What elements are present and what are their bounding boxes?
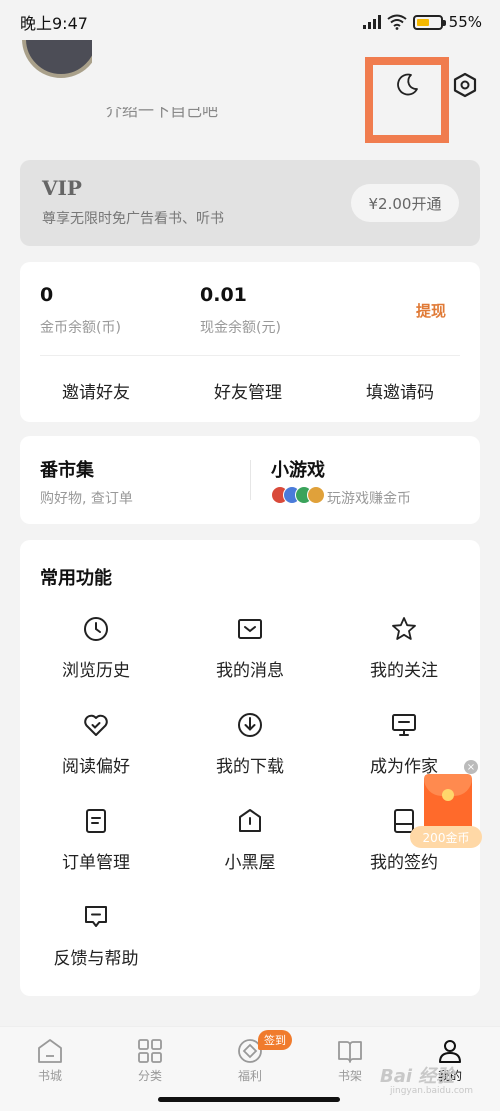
heart-check-icon — [84, 714, 108, 736]
watermark: Bai 经验 — [380, 1066, 455, 1087]
wallet-card: 0 金币余额(币) 0.01 现金余额(元) 提现 邀请好友 好友管理 填邀请码 — [20, 262, 480, 422]
status-icons: 55% — [362, 13, 482, 31]
book-icon — [338, 1041, 362, 1063]
tab-category[interactable]: 分类 — [100, 1027, 200, 1087]
sign-in-badge[interactable]: 签到 — [258, 1030, 292, 1050]
friend-management-button[interactable]: 好友管理 — [214, 378, 282, 403]
order-doc-icon — [86, 809, 106, 833]
coin-balance-value[interactable]: 0 — [40, 284, 53, 306]
highlight-box — [365, 57, 449, 143]
reading-preference-item[interactable]: 阅读偏好 — [26, 712, 166, 792]
profile-intro[interactable]: 介绍一下自己吧 — [106, 107, 218, 121]
invite-friends-button[interactable]: 邀请好友 — [62, 378, 130, 403]
enter-invite-code-button[interactable]: 填邀请码 — [366, 378, 434, 403]
market-card: 番市集 购好物, 查订单 小游戏 玩游戏赚金币 — [20, 436, 480, 524]
game-thumbnails — [271, 486, 325, 504]
vip-card[interactable]: VIP 尊享无限时免广告看书、听书 ¥2.00开通 — [20, 160, 480, 246]
red-packet-widget[interactable]: × 200金币 — [410, 760, 482, 850]
blacklist-room-item[interactable]: 小黑屋 — [180, 808, 320, 888]
status-bar: 晚上9:47 55% — [0, 0, 500, 44]
grid-icon — [138, 1039, 162, 1063]
vip-title: VIP — [42, 176, 82, 200]
monitor-icon — [392, 714, 416, 736]
clock-icon — [84, 617, 108, 641]
battery-icon — [412, 14, 446, 30]
browse-history-item[interactable]: 浏览历史 — [26, 616, 166, 696]
wifi-icon — [387, 14, 407, 30]
settings-icon[interactable] — [452, 72, 478, 98]
message-box-icon — [238, 619, 262, 639]
market-title[interactable]: 番市集 — [40, 456, 94, 482]
star-icon — [392, 617, 416, 640]
red-packet-label: 200金币 — [410, 826, 482, 848]
moon-icon[interactable] — [394, 72, 420, 98]
order-management-item[interactable]: 订单管理 — [26, 808, 166, 888]
market-subtitle: 购好物, 查订单 — [40, 491, 133, 507]
divider — [40, 355, 460, 356]
battery-level — [416, 18, 429, 26]
red-packet-icon — [424, 774, 472, 832]
download-icon — [238, 713, 262, 737]
signal-icon — [362, 15, 381, 29]
house-icon — [239, 809, 261, 832]
home-icon — [38, 1039, 62, 1063]
tab-bookstore[interactable]: 书城 — [0, 1027, 100, 1087]
vip-description: 尊享无限时免广告看书、听书 — [42, 211, 224, 227]
feedback-icon — [85, 906, 107, 927]
avatar[interactable] — [22, 40, 92, 130]
watermark-url: jingyan.baidu.com — [390, 1086, 474, 1096]
section-title: 常用功能 — [40, 568, 112, 589]
user-icon — [439, 1040, 461, 1063]
status-time: 晚上9:47 — [20, 14, 88, 33]
my-follows-item[interactable]: 我的关注 — [334, 616, 474, 696]
my-downloads-item[interactable]: 我的下载 — [180, 712, 320, 792]
mini-games-subtitle: 玩游戏赚金币 — [327, 491, 411, 507]
home-indicator[interactable] — [158, 1097, 340, 1102]
feedback-help-item[interactable]: 反馈与帮助 — [26, 904, 166, 984]
cash-balance-value[interactable]: 0.01 — [200, 284, 247, 306]
withdraw-button[interactable]: 提现 — [416, 300, 446, 321]
coin-balance-label: 金币余额(币) — [40, 320, 121, 336]
cash-balance-label: 现金余额(元) — [200, 320, 281, 336]
battery-percent: 55% — [448, 13, 482, 31]
game-icon — [307, 486, 325, 504]
mini-games-title[interactable]: 小游戏 — [271, 456, 325, 482]
vip-open-button[interactable]: ¥2.00开通 — [351, 184, 459, 222]
my-messages-item[interactable]: 我的消息 — [180, 616, 320, 696]
divider — [250, 460, 251, 500]
close-icon[interactable]: × — [464, 760, 478, 774]
